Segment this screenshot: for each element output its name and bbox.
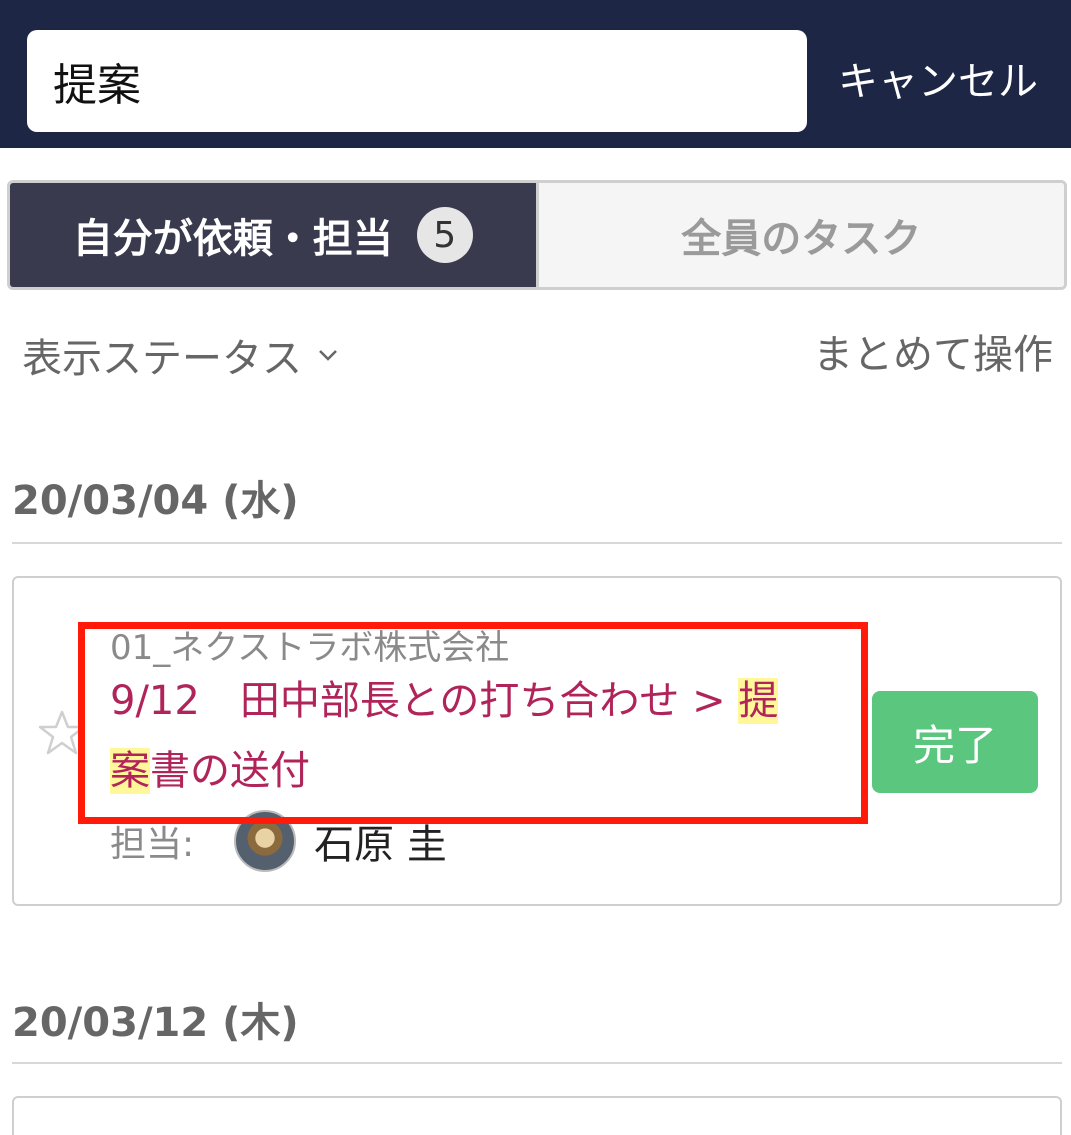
avatar [234,810,297,872]
complete-button[interactable]: 完了 [872,691,1038,793]
tab-all-label: 全員のタスク [681,216,922,262]
status-filter-label: 表示ステータス [22,336,302,382]
chevron-down-icon [319,350,337,361]
task-card [12,1096,1062,1135]
date-header: 20/03/12 (木) [12,1000,299,1046]
task-title-text: 書の送付 [150,748,310,794]
search-box[interactable] [27,30,807,132]
tab-mine-label: 自分が依頼・担当 [72,216,393,262]
date-header: 20/03/04 (水) [12,478,299,524]
search-highlight: 提 [738,678,779,724]
company-name: 01_ネクストラボ株式会社 [110,628,510,668]
divider [12,1062,1062,1064]
search-highlight: 案 [110,748,150,794]
count-badge: 5 [416,207,473,263]
task-card: 01_ネクストラボ株式会社 9/12 田中部長との打ち合わせ > 提案書の送付 … [12,576,1062,906]
status-filter-dropdown[interactable]: 表示ステータス [22,325,338,385]
assignee-name: 石原 圭 [314,822,447,868]
tab-mine[interactable]: 自分が依頼・担当 5 [10,183,536,287]
task-scope-tabs: 自分が依頼・担当 5 全員のタスク [7,180,1067,290]
tab-all-tasks[interactable]: 全員のタスク [535,183,1064,287]
search-input[interactable] [27,30,807,132]
task-title-link[interactable]: 9/12 田中部長との打ち合わせ > 提案書の送付 [110,666,850,806]
assignee-label: 担当: [110,824,195,865]
task-title-text: 9/12 田中部長との打ち合わせ > [110,678,739,724]
bulk-action-button[interactable]: まとめて操作 [813,325,1053,385]
divider [12,542,1062,544]
star-outline-icon[interactable] [36,708,88,760]
top-bar: キャンセル [0,0,1071,148]
cancel-button[interactable]: キャンセル [818,52,1058,112]
assignee-row: 担当: 石原 圭 [110,810,447,872]
